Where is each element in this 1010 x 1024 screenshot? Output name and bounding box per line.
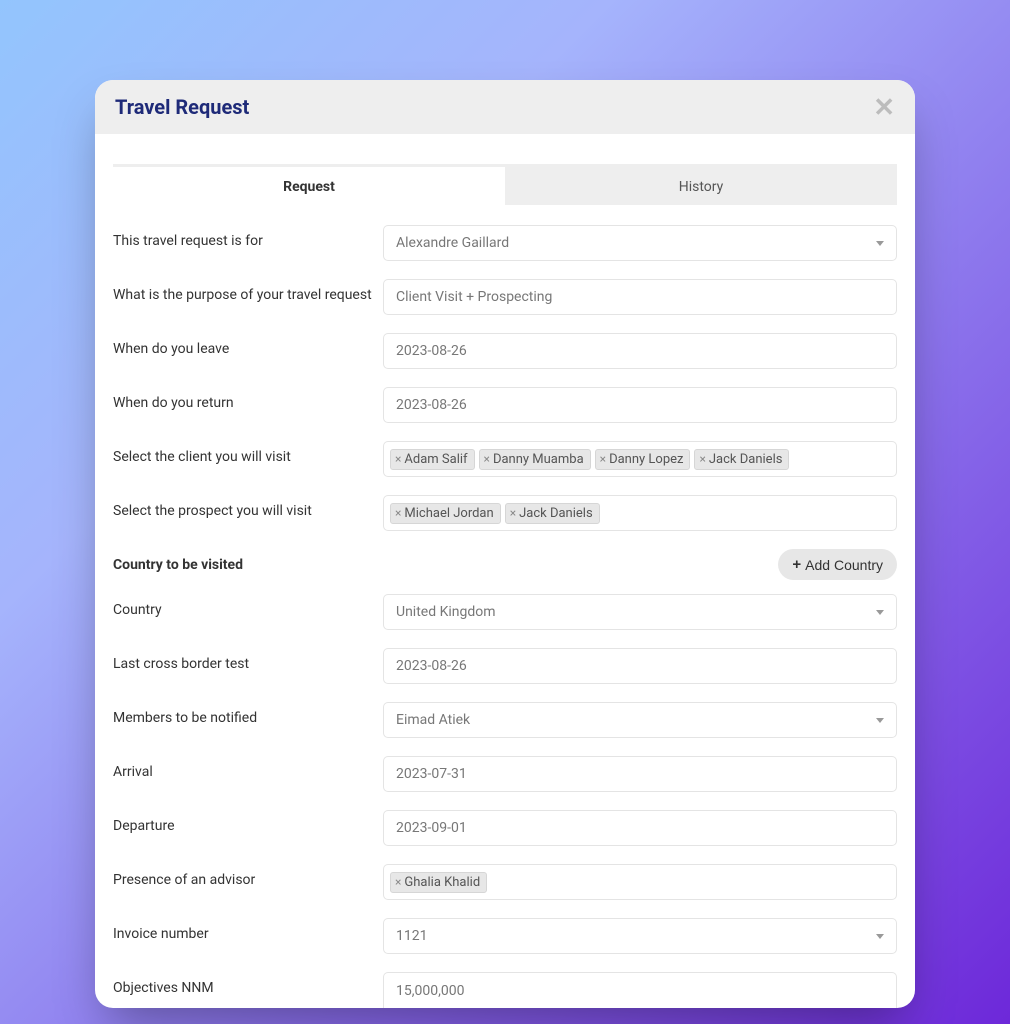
add-country-label: Add Country [805,557,883,573]
leave-date-input[interactable]: 2023-08-26 [383,333,897,369]
tag-remove-icon[interactable]: × [484,452,490,466]
label-purpose: What is the purpose of your travel reque… [113,279,383,303]
tag-label: Jack Daniels [709,452,783,467]
plus-icon: + [792,556,801,573]
country-value: United Kingdom [396,604,496,620]
notify-select[interactable]: Eimad Atiek [383,702,897,738]
label-notify: Members to be notified [113,702,383,726]
tag[interactable]: × Jack Daniels [694,449,789,470]
tag-remove-icon[interactable]: × [600,452,606,466]
last-cross-input[interactable]: 2023-08-26 [383,648,897,684]
label-departure: Departure [113,810,383,834]
label-objectives: Objectives NNM [113,972,383,996]
departure-input[interactable]: 2023-09-01 [383,810,897,846]
label-invoice: Invoice number [113,918,383,942]
tag-label: Danny Lopez [609,452,683,467]
close-icon[interactable]: ✕ [873,94,895,120]
label-for: This travel request is for [113,225,383,249]
tabs: Request History [113,164,897,205]
tag-label: Jack Daniels [519,506,593,521]
arrival-input[interactable]: 2023-07-31 [383,756,897,792]
label-leave: When do you leave [113,333,383,357]
invoice-value: 1121 [396,928,427,944]
leave-date-value: 2023-08-26 [396,343,467,359]
modal-body: Request History This travel request is f… [95,134,915,1008]
tag-label: Adam Salif [404,452,467,467]
label-country: Country [113,594,383,618]
label-prospect: Select the prospect you will visit [113,495,383,519]
label-client: Select the client you will visit [113,441,383,465]
invoice-select[interactable]: 1121 [383,918,897,954]
client-tagbox[interactable]: ×Adam Salif×Danny Muamba×Danny Lopez×Jac… [383,441,897,477]
return-date-value: 2023-08-26 [396,397,467,413]
tag[interactable]: ×Michael Jordan [390,503,501,524]
tag-label: Ghalia Khalid [404,875,480,890]
return-date-input[interactable]: 2023-08-26 [383,387,897,423]
requester-select[interactable]: Alexandre Gaillard [383,225,897,261]
tag[interactable]: ×Danny Lopez [595,449,691,470]
tag[interactable]: ×Ghalia Khalid [390,872,487,893]
chevron-down-icon [876,718,884,723]
travel-request-modal: Travel Request ✕ Request History This tr… [95,80,915,1008]
tag-label: Michael Jordan [404,506,493,521]
tag-remove-icon[interactable]: × [395,875,401,889]
objectives-value: 15,000,000 [396,983,464,999]
tab-request[interactable]: Request [113,164,505,205]
last-cross-value: 2023-08-26 [396,658,467,674]
requester-value: Alexandre Gaillard [396,235,509,251]
form: This travel request is for Alexandre Gai… [113,205,897,1008]
label-arrival: Arrival [113,756,383,780]
tag-label: Danny Muamba [493,452,584,467]
tag-remove-icon[interactable]: × [699,452,705,466]
modal-title: Travel Request [115,95,249,119]
prospect-tagbox[interactable]: ×Michael Jordan×Jack Daniels [383,495,897,531]
objectives-input[interactable]: 15,000,000 [383,972,897,1008]
purpose-input[interactable]: Client Visit + Prospecting [383,279,897,315]
country-section-heading: Country to be visited [113,557,383,573]
departure-value: 2023-09-01 [396,820,467,836]
tab-history[interactable]: History [505,164,897,205]
notify-value: Eimad Atiek [396,712,470,728]
chevron-down-icon [876,241,884,246]
tag[interactable]: ×Adam Salif [390,449,475,470]
chevron-down-icon [876,610,884,615]
label-last-cross: Last cross border test [113,648,383,672]
chevron-down-icon [876,934,884,939]
label-advisor: Presence of an advisor [113,864,383,888]
modal-header: Travel Request ✕ [95,80,915,134]
tag[interactable]: ×Jack Daniels [505,503,600,524]
tag-remove-icon[interactable]: × [510,506,516,520]
arrival-value: 2023-07-31 [396,766,467,782]
add-country-button[interactable]: + Add Country [778,549,897,580]
advisor-tagbox[interactable]: ×Ghalia Khalid [383,864,897,900]
purpose-value: Client Visit + Prospecting [396,289,552,305]
label-return: When do you return [113,387,383,411]
tag-remove-icon[interactable]: × [395,452,401,466]
tag-remove-icon[interactable]: × [395,506,401,520]
country-select[interactable]: United Kingdom [383,594,897,630]
tag[interactable]: ×Danny Muamba [479,449,591,470]
